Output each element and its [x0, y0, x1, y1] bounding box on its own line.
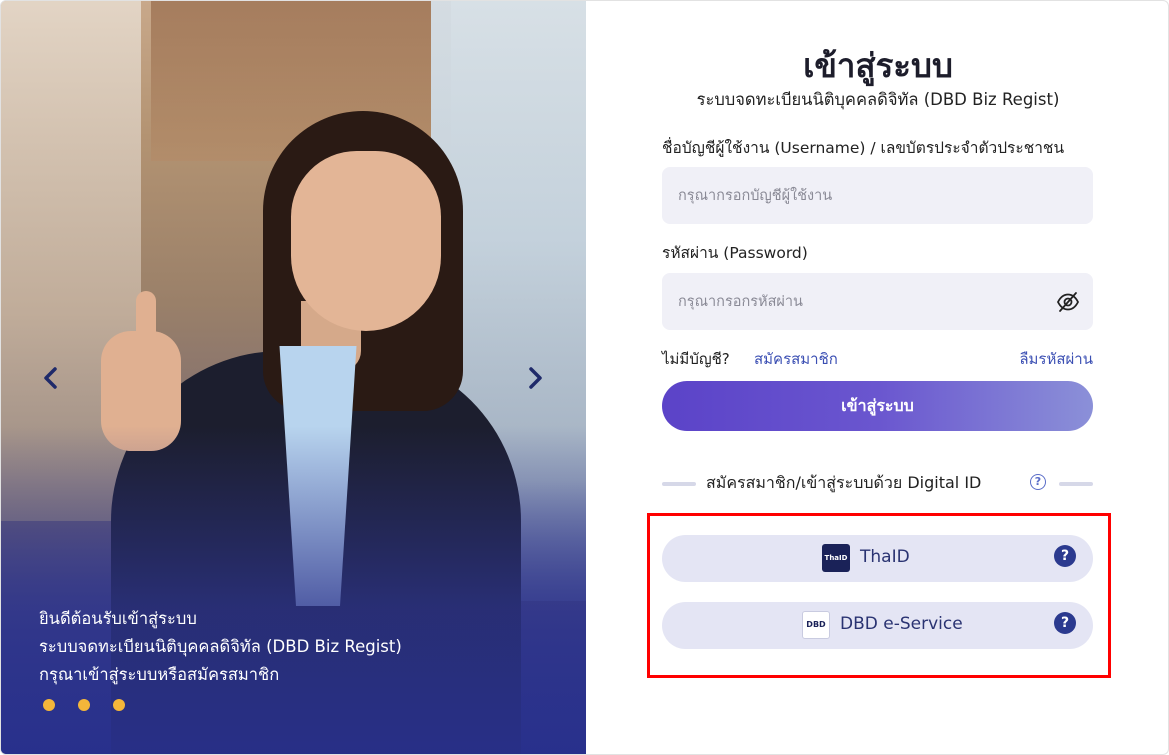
no-account-text: ไม่มีบัญชี? — [662, 350, 730, 368]
login-button[interactable]: เข้าสู่ระบบ — [662, 381, 1093, 431]
login-page: ยินดีต้อนรับเข้าสู่ระบบ ระบบจดทะเบียนนิต… — [0, 0, 1169, 755]
username-label: ชื่อบัญชีผู้ใช้งาน (Username) / เลขบัตรป… — [662, 139, 1065, 157]
carousel-dot[interactable] — [78, 699, 90, 711]
hero-figure-face — [291, 151, 441, 331]
signup-link[interactable]: สมัครสมาชิก — [754, 347, 838, 371]
chevron-left-icon — [44, 367, 57, 389]
username-input[interactable] — [662, 167, 1093, 224]
password-visibility-toggle[interactable] — [1056, 291, 1080, 313]
help-icon[interactable]: ? — [1030, 474, 1046, 490]
dbd-logo-icon: DBD — [802, 611, 830, 639]
carousel-dot[interactable] — [113, 699, 125, 711]
password-label: รหัสผ่าน (Password) — [662, 244, 808, 262]
carousel-dots — [43, 699, 125, 711]
forgot-password-link[interactable]: ลืมรหัสผ่าน — [1019, 347, 1093, 371]
digital-id-heading: สมัครสมาชิก/เข้าสู่ระบบด้วย Digital ID — [706, 473, 982, 492]
carousel-prev-button[interactable] — [39, 364, 63, 392]
password-input[interactable] — [662, 273, 1093, 330]
hero-figure-finger — [136, 291, 156, 351]
eye-slash-icon — [1056, 292, 1080, 312]
carousel-next-button[interactable] — [523, 364, 547, 392]
login-panel: เข้าสู่ระบบ ระบบจดทะเบียนนิติบุคคลดิจิทั… — [586, 1, 1168, 754]
thaid-logo-icon: ThaID — [822, 544, 850, 572]
page-title: เข้าสู่ระบบ — [803, 46, 953, 85]
dbd-eservice-login-button[interactable]: DBD DBD e-Service ? — [662, 602, 1093, 649]
page-subtitle: ระบบจดทะเบียนนิติบุคคลดิจิทัล (DBD Biz R… — [696, 90, 1060, 109]
welcome-line: ยินดีต้อนรับเข้าสู่ระบบ — [39, 609, 197, 628]
digital-id-divider: สมัครสมาชิก/เข้าสู่ระบบด้วย Digital ID ? — [662, 471, 1093, 495]
thaid-label: ThaID — [860, 547, 910, 567]
hero-welcome-text: ยินดีต้อนรับเข้าสู่ระบบ ระบบจดทะเบียนนิต… — [39, 605, 402, 689]
help-icon[interactable]: ? — [1054, 612, 1076, 634]
carousel-dot[interactable] — [43, 699, 55, 711]
divider-line — [1059, 482, 1093, 486]
dbd-eservice-label: DBD e-Service — [840, 614, 963, 634]
divider-line — [662, 482, 696, 486]
welcome-line: ระบบจดทะเบียนนิติบุคคลดิจิทัล (DBD Biz R… — [39, 637, 402, 656]
chevron-right-icon — [529, 367, 542, 389]
help-icon[interactable]: ? — [1054, 545, 1076, 567]
thaid-login-button[interactable]: ThaID ThaID ? — [662, 535, 1093, 582]
welcome-line: กรุณาเข้าสู่ระบบหรือสมัครสมาชิก — [39, 665, 280, 684]
hero-carousel: ยินดีต้อนรับเข้าสู่ระบบ ระบบจดทะเบียนนิต… — [1, 1, 586, 754]
